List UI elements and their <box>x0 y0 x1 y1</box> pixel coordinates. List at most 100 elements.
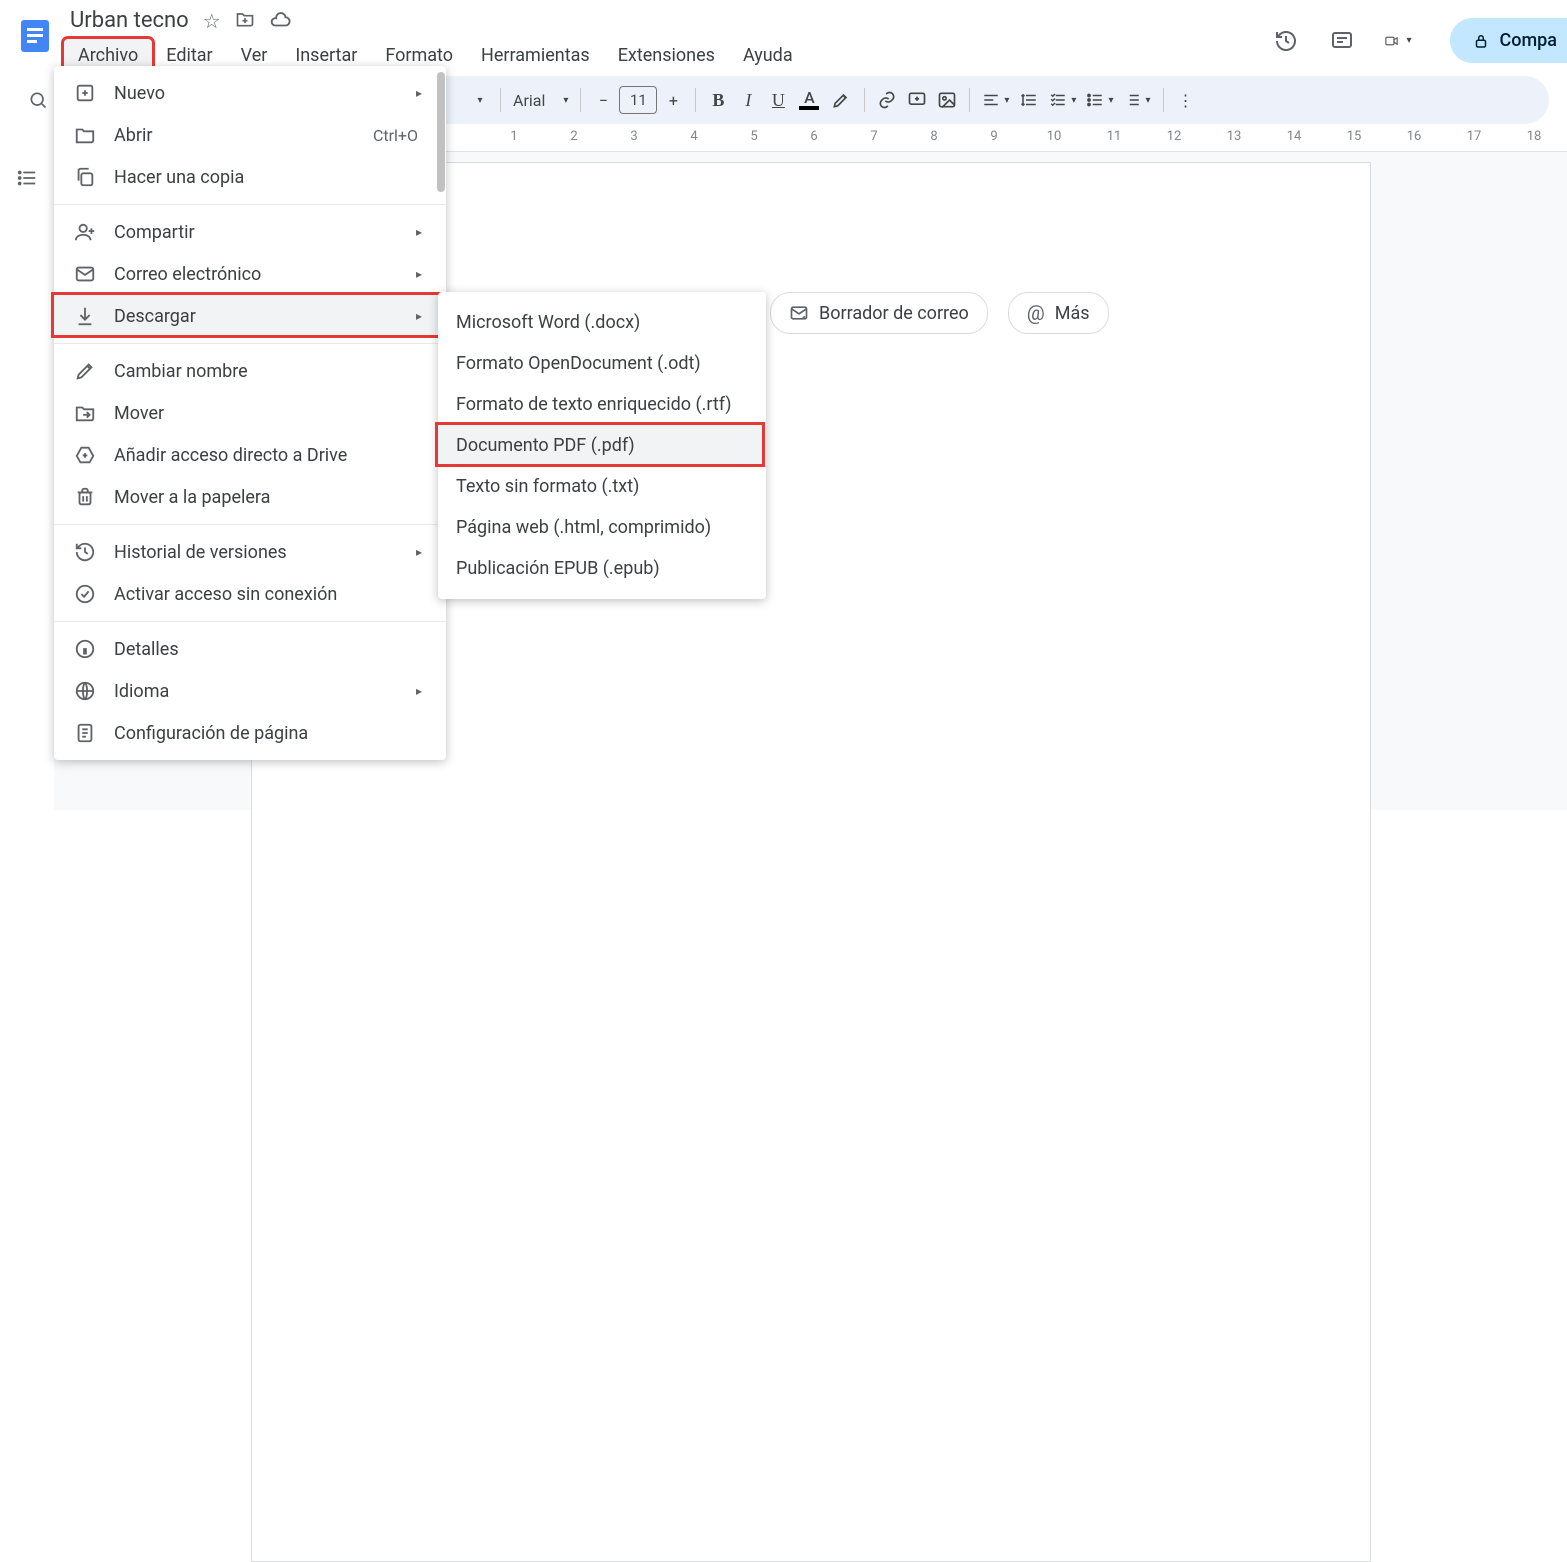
submenu-caret-icon: ▸ <box>416 267 428 281</box>
submenu-caret-icon: ▸ <box>416 309 428 323</box>
rename-icon <box>72 360 98 382</box>
ruler-number: 8 <box>930 129 937 144</box>
download-submenu-item[interactable]: Documento PDF (.pdf) <box>438 425 766 466</box>
history-icon <box>72 541 98 563</box>
docs-logo-icon[interactable] <box>14 10 56 62</box>
menu-extensiones[interactable]: Extensiones <box>604 39 729 72</box>
toolbar-separator <box>695 88 696 112</box>
add-comment-button[interactable] <box>903 84 931 116</box>
file-menu-item[interactable]: Compartir▸ <box>54 211 446 253</box>
comments-icon[interactable] <box>1328 27 1356 55</box>
file-menu-item[interactable]: AbrirCtrl+O <box>54 114 446 156</box>
download-submenu-item[interactable]: Página web (.html, comprimido) <box>438 507 766 548</box>
file-menu-item[interactable]: Cambiar nombre <box>54 350 446 392</box>
submenu-caret-icon: ▸ <box>416 684 428 698</box>
ruler-number: 17 <box>1467 129 1482 144</box>
menu-item-label: Configuración de página <box>114 723 428 744</box>
font-size-input[interactable]: 11 <box>619 86 657 114</box>
download-submenu-item[interactable]: Texto sin formato (.txt) <box>438 466 766 507</box>
bold-button[interactable]: B <box>704 84 732 116</box>
menu-item-label: Hacer una copia <box>114 167 428 188</box>
ruler-number: 11 <box>1107 129 1122 144</box>
menu-item-label: Activar acceso sin conexión <box>114 584 428 605</box>
line-spacing-dropdown[interactable] <box>1015 84 1043 116</box>
italic-button[interactable]: I <box>734 84 762 116</box>
checklist-dropdown[interactable]: ▾ <box>1045 84 1080 116</box>
align-dropdown[interactable]: ▾ <box>978 84 1013 116</box>
chip-label: Borrador de correo <box>819 303 969 324</box>
ruler-number: 13 <box>1227 129 1242 144</box>
text-color-button[interactable]: A <box>794 84 824 116</box>
caret-down-icon: ▾ <box>1407 35 1412 46</box>
more-toolbar-button[interactable]: ⋮ <box>1172 84 1200 116</box>
caret-down-icon: ▾ <box>563 95 568 106</box>
at-icon: @ <box>1027 301 1045 325</box>
meet-icon[interactable]: ▾ <box>1384 27 1412 55</box>
download-submenu-item[interactable]: Publicación EPUB (.epub) <box>438 548 766 589</box>
file-menu-item[interactable]: Hacer una copia <box>54 156 446 198</box>
toolbar-separator <box>1163 88 1164 112</box>
cloud-status-icon[interactable] <box>269 9 291 33</box>
plus-box-icon <box>72 82 98 104</box>
menu-item-label: Correo electrónico <box>114 264 400 285</box>
menu-item-label: Cambiar nombre <box>114 361 428 382</box>
menu-item-label: Descargar <box>114 306 400 327</box>
history-icon[interactable] <box>1272 27 1300 55</box>
file-menu-item[interactable]: Activar acceso sin conexión <box>54 573 446 615</box>
highlight-color-button[interactable] <box>826 84 856 116</box>
zoom-dropdown[interactable]: ▾ <box>464 84 492 116</box>
folder-icon <box>72 124 98 146</box>
download-submenu-item[interactable]: Formato OpenDocument (.odt) <box>438 343 766 384</box>
download-submenu-item[interactable]: Microsoft Word (.docx) <box>438 302 766 343</box>
file-menu-item[interactable]: Mover a la papelera <box>54 476 446 518</box>
star-icon[interactable]: ☆ <box>203 9 221 33</box>
drive-add-icon <box>72 444 98 466</box>
submenu-caret-icon: ▸ <box>416 86 428 100</box>
file-menu-item[interactable]: Idioma ▸ <box>54 670 446 712</box>
file-menu-item[interactable]: Descargar ▸ <box>54 295 446 337</box>
file-menu-item[interactable]: Detalles <box>54 628 446 670</box>
insert-image-button[interactable] <box>933 84 961 116</box>
outline-toggle-icon[interactable] <box>13 164 41 192</box>
ruler-number: 12 <box>1167 129 1182 144</box>
menu-herramientas[interactable]: Herramientas <box>467 39 604 72</box>
trash-icon <box>72 486 98 508</box>
download-submenu-item[interactable]: Formato de texto enriquecido (.rtf) <box>438 384 766 425</box>
toolbar-separator <box>500 88 501 112</box>
ruler-number: 4 <box>690 129 697 144</box>
header-right: ▾ Compa <box>1272 18 1567 63</box>
ruler-number: 2 <box>570 129 577 144</box>
font-family-dropdown[interactable]: Arial ▾ <box>509 84 572 116</box>
insert-link-button[interactable] <box>873 84 901 116</box>
ruler-number: 15 <box>1347 129 1362 144</box>
file-menu-item[interactable]: Configuración de página <box>54 712 446 754</box>
ruler-number: 14 <box>1287 129 1302 144</box>
ruler-number: 16 <box>1407 129 1422 144</box>
bulleted-list-dropdown[interactable]: ▾ <box>1082 84 1117 116</box>
chip-draft-email[interactable]: Borrador de correo <box>770 292 988 334</box>
file-menu-item[interactable]: Historial de versiones▸ <box>54 531 446 573</box>
font-size-increase[interactable]: + <box>659 84 687 116</box>
search-icon[interactable] <box>18 80 58 120</box>
smart-chips-row: Borrador de correo @ Más <box>770 292 1109 334</box>
menu-separator <box>54 621 446 622</box>
menu-item-label: Mover a la papelera <box>114 487 428 508</box>
menu-item-shortcut: Ctrl+O <box>373 126 428 145</box>
menu-item-label: Detalles <box>114 639 428 660</box>
numbered-list-dropdown[interactable]: ▾ <box>1119 84 1154 116</box>
file-menu-item[interactable]: Añadir acceso directo a Drive <box>54 434 446 476</box>
move-folder-icon[interactable] <box>235 9 255 33</box>
underline-button[interactable]: U <box>764 84 792 116</box>
file-menu-item[interactable]: Correo electrónico ▸ <box>54 253 446 295</box>
info-icon <box>72 638 98 660</box>
menu-ayuda[interactable]: Ayuda <box>729 39 807 72</box>
font-size-decrease[interactable]: − <box>589 84 617 116</box>
header: Urban tecno ☆ Archivo Editar Ver Inserta… <box>0 0 1567 70</box>
share-button[interactable]: Compa <box>1450 18 1567 63</box>
chip-more[interactable]: @ Más <box>1008 292 1109 334</box>
globe-icon <box>72 680 98 702</box>
file-menu-item[interactable]: Nuevo▸ <box>54 72 446 114</box>
menu-item-label: Idioma <box>114 681 400 702</box>
file-menu-item[interactable]: Mover <box>54 392 446 434</box>
document-title[interactable]: Urban tecno <box>70 8 189 33</box>
